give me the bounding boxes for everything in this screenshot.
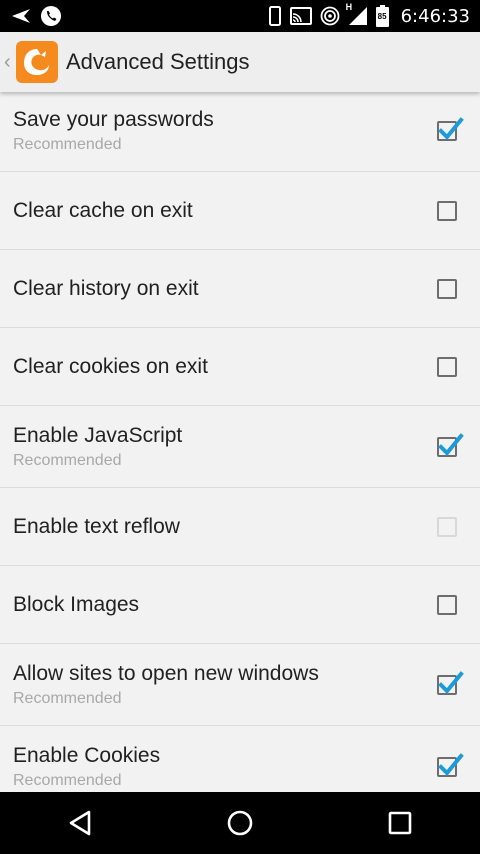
back-icon bbox=[69, 810, 91, 836]
setting-subtitle: Recommended bbox=[13, 772, 122, 789]
app-bar: ‹ Advanced Settings bbox=[0, 32, 480, 92]
nav-recents-button[interactable] bbox=[370, 798, 430, 848]
settings-list[interactable]: Save your passwords Recommended Clear ca… bbox=[0, 92, 480, 792]
status-left bbox=[10, 5, 62, 27]
setting-row-clear-cookies[interactable]: Clear cookies on exit bbox=[0, 328, 480, 406]
battery-icon: 85 bbox=[375, 5, 389, 27]
setting-row-save-passwords[interactable]: Save your passwords Recommended bbox=[0, 92, 480, 172]
checkmark-icon bbox=[438, 116, 464, 140]
checkmark-icon bbox=[438, 432, 464, 456]
setting-text: Enable Cookies Recommended bbox=[13, 744, 160, 790]
setting-title: Enable text reflow bbox=[13, 514, 180, 538]
navigation-bar bbox=[0, 792, 480, 854]
setting-title: Enable JavaScript bbox=[13, 423, 183, 447]
send-icon bbox=[10, 7, 32, 25]
enable-text-reflow-checkbox bbox=[437, 516, 457, 537]
setting-text: Allow sites to open new windows Recommen… bbox=[13, 662, 319, 708]
setting-row-clear-cache[interactable]: Clear cache on exit bbox=[0, 172, 480, 250]
enable-cookies-checkbox[interactable] bbox=[437, 753, 464, 777]
setting-subtitle: Recommended bbox=[13, 451, 122, 469]
setting-text: Clear history on exit bbox=[13, 277, 199, 301]
block-images-checkbox[interactable] bbox=[437, 594, 457, 615]
cast-icon bbox=[289, 7, 312, 25]
recents-icon bbox=[388, 811, 412, 835]
setting-text: Enable JavaScript Recommended bbox=[13, 424, 182, 470]
setting-text: Clear cache on exit bbox=[13, 199, 193, 223]
page-title: Advanced Settings bbox=[66, 49, 250, 74]
enable-javascript-checkbox[interactable] bbox=[437, 432, 464, 457]
setting-title: Block Images bbox=[13, 592, 140, 616]
battery-level: 85 bbox=[377, 12, 387, 21]
setting-row-block-images[interactable]: Block Images bbox=[0, 566, 480, 644]
setting-text: Save your passwords Recommended bbox=[13, 108, 214, 154]
setting-text: Clear cookies on exit bbox=[13, 355, 208, 379]
status-time: 6:46:33 bbox=[400, 5, 470, 27]
setting-title: Clear cache on exit bbox=[13, 198, 193, 222]
setting-title: Allow sites to open new windows bbox=[13, 661, 319, 685]
setting-title: Save your passwords bbox=[13, 107, 214, 131]
home-icon bbox=[227, 810, 253, 836]
setting-row-enable-text-reflow: Enable text reflow bbox=[0, 488, 480, 566]
status-bar: H 85 6:46:33 bbox=[0, 0, 480, 32]
clear-cache-checkbox[interactable] bbox=[437, 200, 457, 221]
status-right: H 85 6:46:33 bbox=[268, 2, 470, 27]
nav-back-button[interactable] bbox=[50, 798, 110, 848]
setting-subtitle: Recommended bbox=[13, 135, 122, 153]
save-passwords-checkbox[interactable] bbox=[437, 116, 464, 141]
setting-title: Enable Cookies bbox=[13, 744, 161, 767]
nav-home-button[interactable] bbox=[210, 798, 270, 848]
setting-row-enable-cookies[interactable]: Enable Cookies Recommended bbox=[0, 726, 480, 792]
setting-row-allow-new-windows[interactable]: Allow sites to open new windows Recommen… bbox=[0, 644, 480, 726]
setting-title: Clear cookies on exit bbox=[13, 354, 208, 378]
app-logo-icon bbox=[24, 49, 49, 75]
signal-icon: H bbox=[346, 2, 368, 26]
network-type-label: H bbox=[345, 2, 353, 12]
checkmark-icon bbox=[438, 670, 464, 694]
hotspot-icon bbox=[320, 6, 340, 26]
allow-new-windows-checkbox[interactable] bbox=[437, 670, 464, 695]
setting-row-enable-javascript[interactable]: Enable JavaScript Recommended bbox=[0, 406, 480, 488]
app-logo[interactable] bbox=[16, 41, 58, 83]
clear-cookies-checkbox[interactable] bbox=[437, 356, 457, 377]
up-chevron-icon[interactable]: ‹ bbox=[4, 51, 16, 74]
setting-text: Enable text reflow bbox=[13, 515, 180, 539]
checkmark-icon bbox=[438, 753, 464, 776]
vibrate-icon bbox=[268, 6, 282, 26]
clear-history-checkbox[interactable] bbox=[437, 278, 457, 299]
phone-icon bbox=[40, 5, 62, 27]
setting-title: Clear history on exit bbox=[13, 276, 199, 300]
setting-subtitle: Recommended bbox=[13, 689, 122, 707]
setting-text: Block Images bbox=[13, 593, 139, 617]
setting-row-clear-history[interactable]: Clear history on exit bbox=[0, 250, 480, 328]
